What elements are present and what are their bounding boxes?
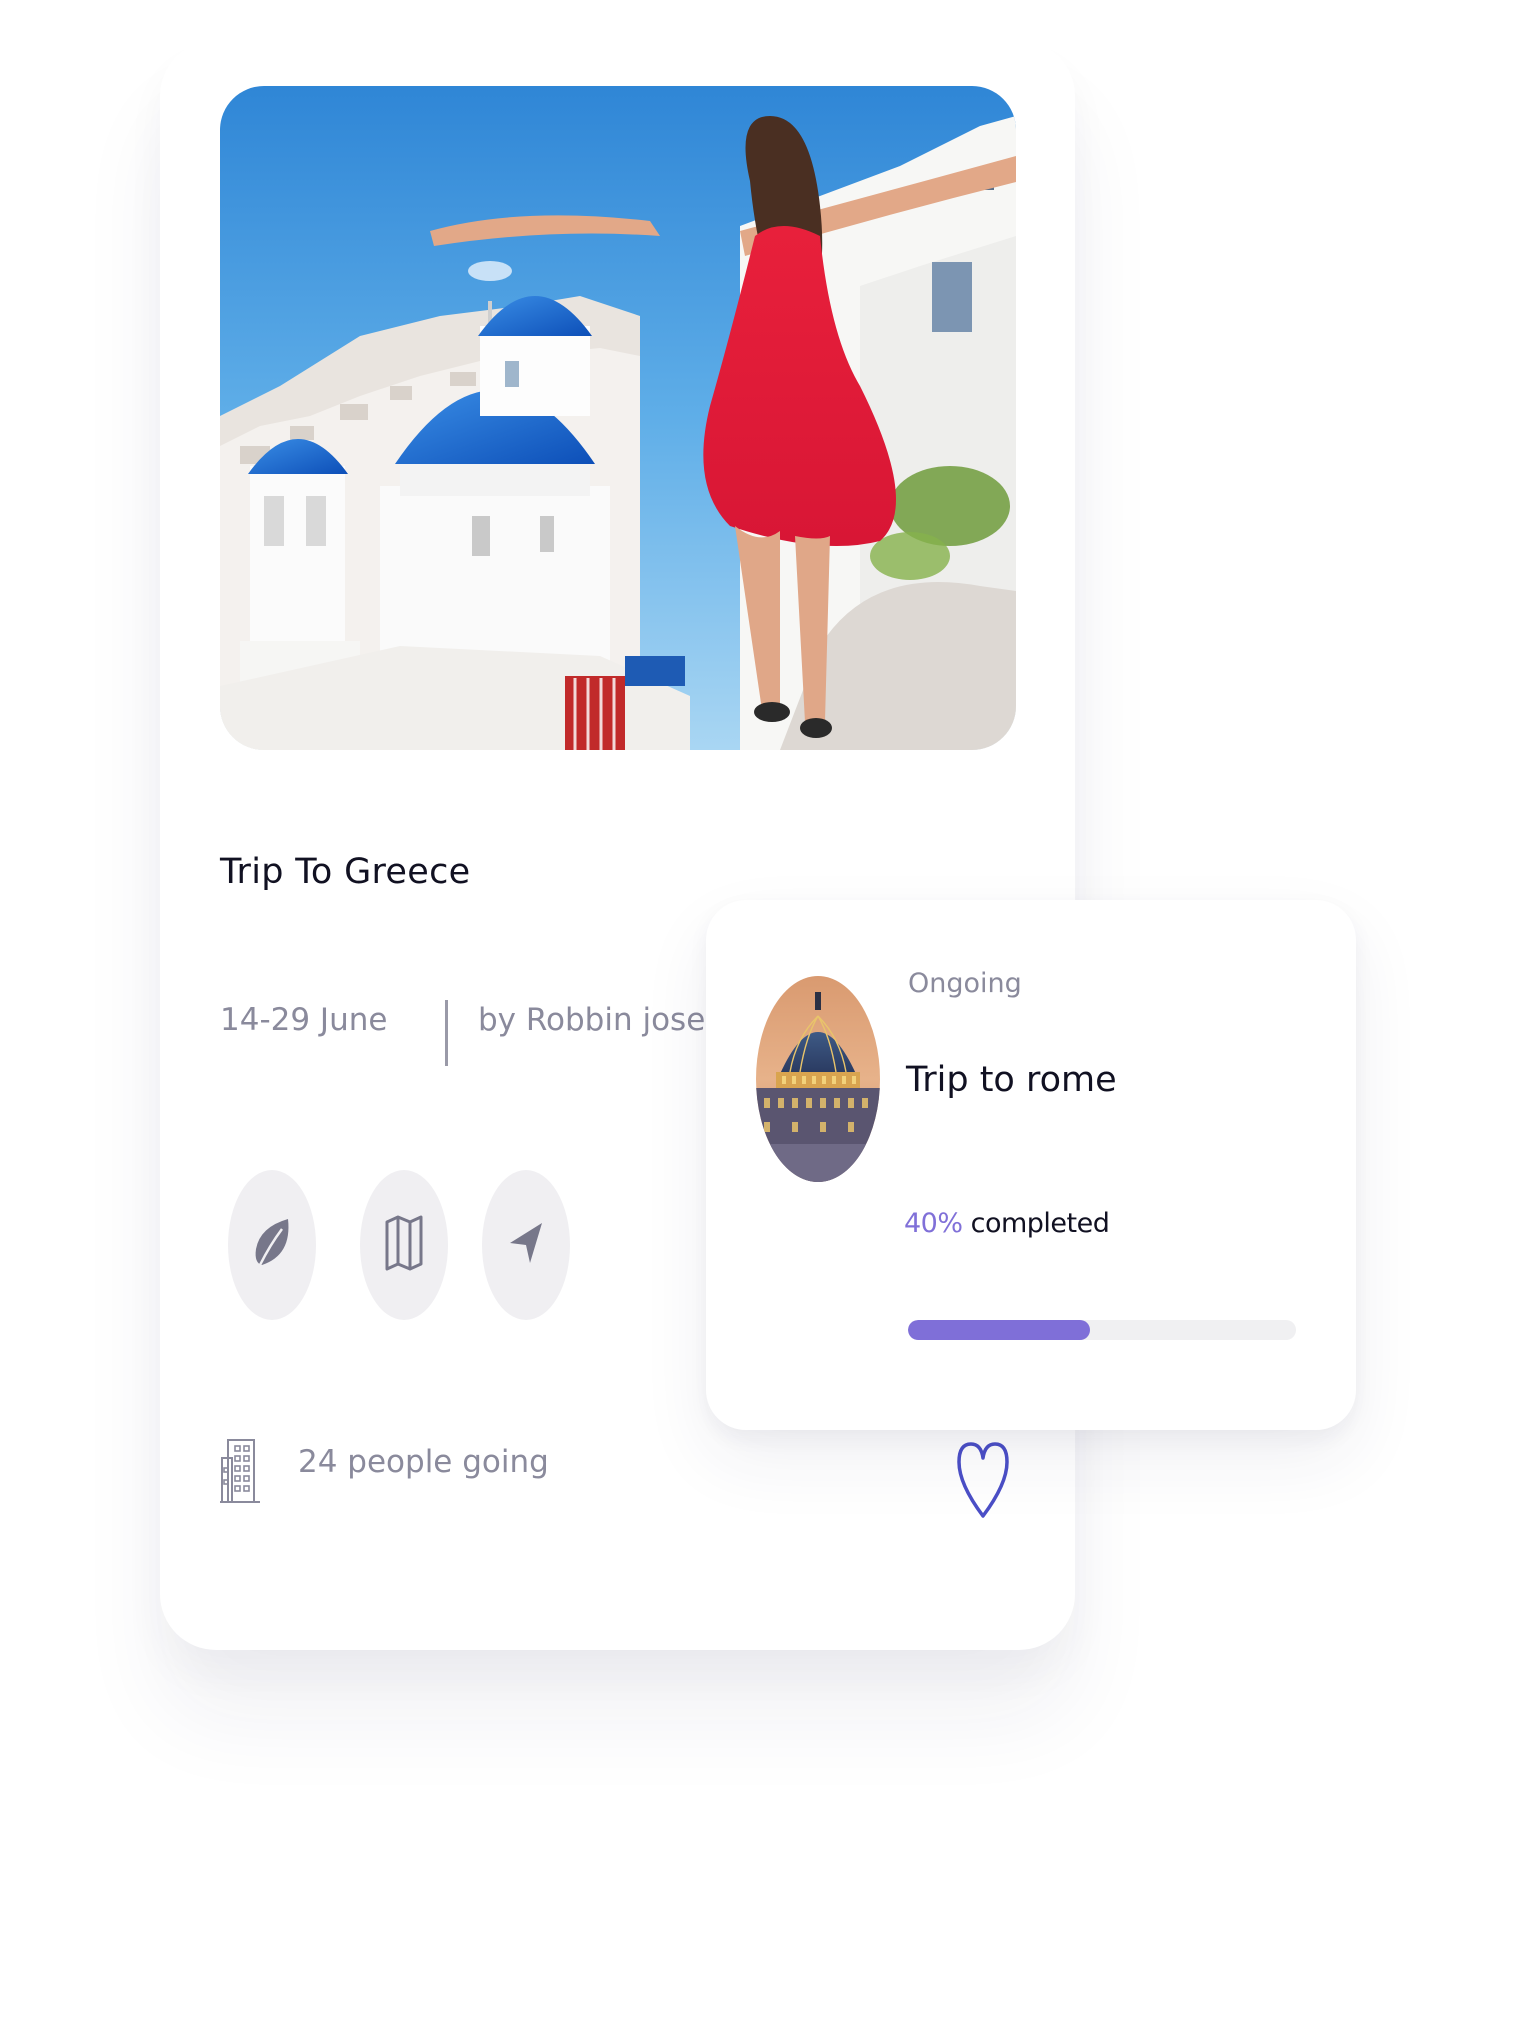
rome-thumbnail <box>756 976 880 1182</box>
trip-dates: 14-29 June <box>220 1002 388 1038</box>
progress-bar <box>908 1320 1296 1340</box>
favorite-button[interactable] <box>955 1440 1011 1520</box>
people-going-count: 24 people going <box>298 1444 549 1480</box>
progress-suffix: completed <box>962 1208 1110 1239</box>
ongoing-trip-title: Trip to rome <box>906 1060 1117 1100</box>
ongoing-trip-card[interactable]: Ongoing Trip to rome 40% completed <box>706 900 1356 1430</box>
progress-bar-fill <box>908 1320 1091 1340</box>
building-icon <box>220 1438 260 1504</box>
map-button[interactable] <box>360 1170 448 1320</box>
map-icon <box>384 1214 424 1276</box>
heart-icon <box>955 1442 1011 1524</box>
trip-title: Trip To Greece <box>220 852 471 892</box>
navigation-icon <box>506 1221 546 1269</box>
trip-status: Ongoing <box>908 968 1022 999</box>
progress-percent: 40% <box>904 1208 963 1239</box>
progress-label: 40% completed <box>904 1208 1110 1239</box>
meta-divider <box>445 1000 448 1066</box>
leaf-button[interactable] <box>228 1170 316 1320</box>
navigate-button[interactable] <box>482 1170 570 1320</box>
greece-hero-image <box>220 86 1016 750</box>
leaf-icon <box>252 1215 292 1275</box>
page: Trip To Greece 14-29 June by Robbin jose <box>0 0 1534 2034</box>
trip-author: by Robbin jose <box>478 1002 706 1038</box>
